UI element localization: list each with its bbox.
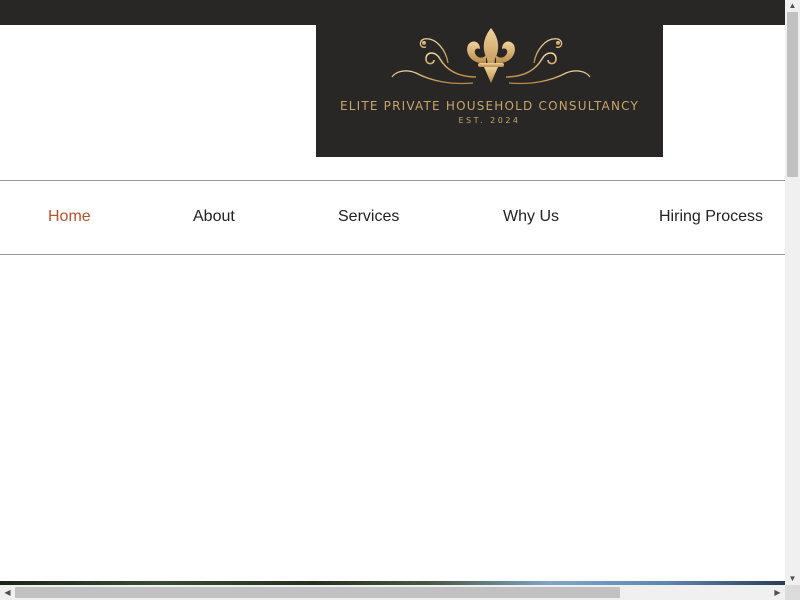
- horizontal-scroll-thumb[interactable]: [15, 587, 620, 598]
- nav-item-why-us[interactable]: Why Us: [503, 208, 559, 226]
- horizontal-scrollbar[interactable]: ◀ ▶: [0, 585, 785, 600]
- scroll-up-icon[interactable]: ▲: [785, 0, 800, 12]
- main-navigation: Home About Services Why Us Hiring Proces…: [0, 180, 785, 255]
- vertical-scroll-thumb[interactable]: [787, 12, 798, 177]
- vertical-scrollbar[interactable]: ▲ ▼: [785, 0, 800, 585]
- top-bar: [0, 0, 785, 25]
- brand-established: EST. 2024: [458, 116, 521, 125]
- nav-item-hiring-process[interactable]: Hiring Process: [659, 208, 763, 226]
- nav-item-about[interactable]: About: [193, 208, 235, 226]
- fleur-de-lis-icon: [388, 28, 594, 91]
- scroll-down-icon[interactable]: ▼: [785, 573, 800, 585]
- scrollbar-corner: [785, 585, 800, 600]
- site-logo[interactable]: ELITE PRIVATE HOUSEHOLD CONSULTANCY EST.…: [316, 25, 663, 157]
- scroll-left-icon[interactable]: ◀: [0, 585, 15, 600]
- nav-item-services[interactable]: Services: [338, 208, 399, 226]
- brand-name: ELITE PRIVATE HOUSEHOLD CONSULTANCY: [339, 99, 640, 113]
- nav-item-home[interactable]: Home: [48, 208, 91, 226]
- scroll-right-icon[interactable]: ▶: [770, 585, 785, 600]
